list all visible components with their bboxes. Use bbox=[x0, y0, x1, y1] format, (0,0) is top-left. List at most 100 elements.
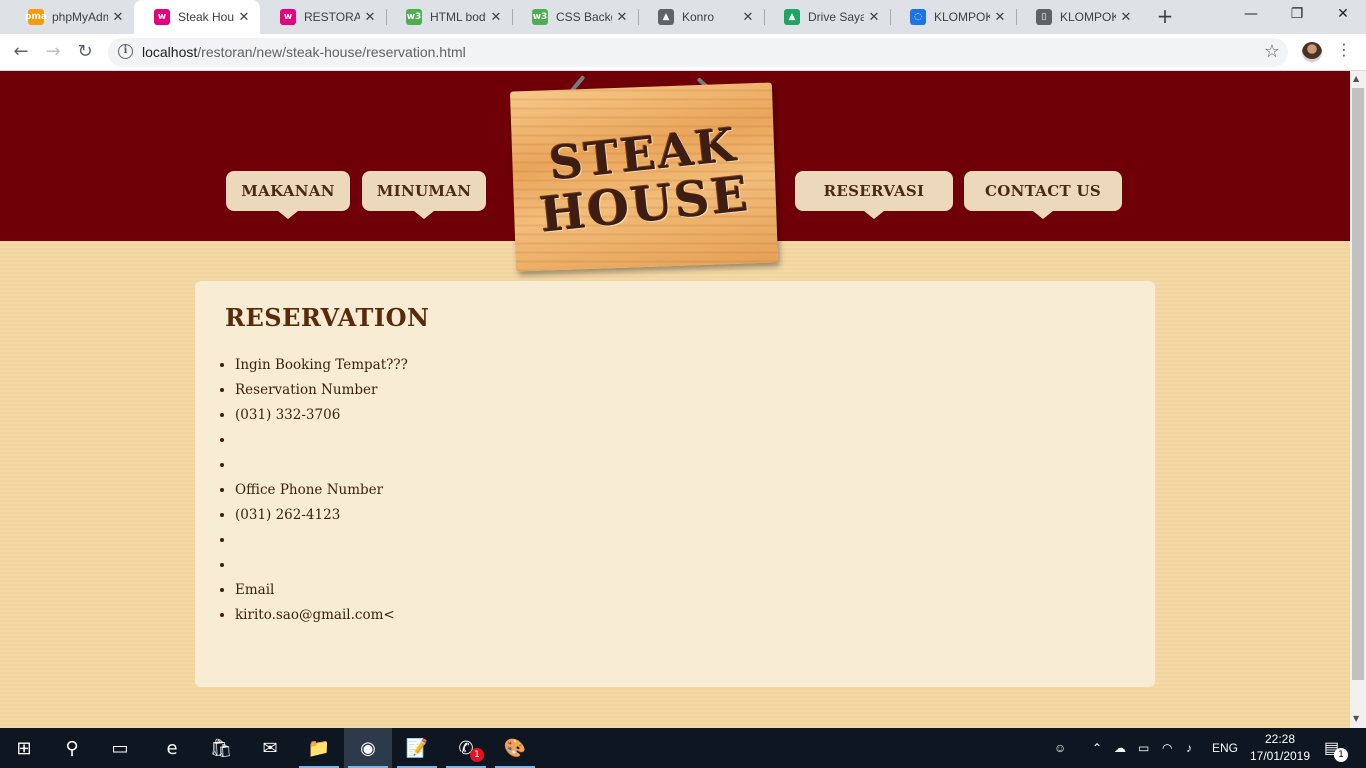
page-scrollbar[interactable]: ▲ ▼ bbox=[1350, 71, 1366, 728]
nav-contact-us[interactable]: CONTACT US bbox=[964, 171, 1122, 219]
task-view-button[interactable]: ▭ bbox=[96, 728, 144, 768]
minimize-button[interactable]: — bbox=[1228, 0, 1274, 30]
wamp-icon: w bbox=[280, 9, 296, 25]
reload-button[interactable]: ↻ bbox=[72, 40, 98, 66]
close-window-button[interactable]: ✕ bbox=[1320, 0, 1366, 30]
browser-tab[interactable]: w3 HTML body ✕ bbox=[386, 0, 512, 34]
konro-icon: ▲ bbox=[658, 9, 674, 25]
search-button[interactable]: ⚲ bbox=[48, 728, 96, 768]
url-path: /restoran/new/steak-house/reservation.ht… bbox=[197, 44, 466, 60]
tab-title: RESTORAN bbox=[304, 10, 360, 24]
notification-count-badge: 1 bbox=[1334, 748, 1348, 762]
whatsapp-icon[interactable]: ✆ bbox=[442, 728, 490, 768]
browser-tab[interactable]: w3 CSS Backgr ✕ bbox=[512, 0, 638, 34]
list-item: kirito.sao@gmail.com< bbox=[235, 605, 408, 630]
paint-icon[interactable]: 🎨 bbox=[491, 728, 539, 768]
browser-toolbar: ← → ↻ i localhost/restoran/new/steak-hou… bbox=[0, 34, 1366, 71]
nav-minuman[interactable]: MINUMAN bbox=[362, 171, 486, 219]
close-tab-icon[interactable]: ✕ bbox=[994, 10, 1006, 25]
browser-tab[interactable]: ▯ KLOMPOK ✕ bbox=[1016, 0, 1142, 34]
store-icon[interactable]: 🛍 bbox=[197, 728, 245, 768]
tab-title: CSS Backgr bbox=[556, 10, 612, 24]
tab-title: HTML body bbox=[430, 10, 486, 24]
tray-chevron-icon[interactable]: ⌃ bbox=[1092, 728, 1102, 768]
notepad-plus-icon[interactable]: 📝 bbox=[393, 728, 441, 768]
reservation-list: Ingin Booking Tempat???Reservation Numbe… bbox=[235, 355, 408, 630]
browser-tab[interactable]: w Steak House ✕ bbox=[134, 0, 260, 34]
list-item: Ingin Booking Tempat??? bbox=[235, 355, 408, 380]
tab-title: KLOMPOK bbox=[1060, 10, 1116, 24]
clock-date: 17/01/2019 bbox=[1249, 749, 1311, 763]
w3schools-icon: w3 bbox=[406, 9, 422, 25]
wamp-icon: w bbox=[154, 9, 170, 25]
page-title: RESERVATION bbox=[225, 303, 430, 332]
file-explorer-icon[interactable]: 📁 bbox=[295, 728, 343, 768]
close-tab-icon[interactable]: ✕ bbox=[490, 10, 502, 25]
list-item: (031) 262-4123 bbox=[235, 505, 408, 530]
document-icon: ▯ bbox=[1036, 9, 1052, 25]
list-item: Reservation Number bbox=[235, 380, 408, 405]
w3schools-icon: w3 bbox=[532, 9, 548, 25]
chrome-icon[interactable]: ◉ bbox=[344, 728, 392, 768]
phpmyadmin-icon: pma bbox=[25, 9, 47, 25]
list-item bbox=[235, 430, 408, 455]
restore-button[interactable]: ❐ bbox=[1274, 0, 1320, 30]
battery-icon[interactable]: ▭ bbox=[1138, 728, 1149, 768]
browser-tab[interactable]: pma phpMyAdmin ✕ bbox=[8, 0, 134, 34]
loading-icon: ◌ bbox=[910, 9, 926, 25]
browser-tab[interactable]: w RESTORAN ✕ bbox=[260, 0, 386, 34]
volume-icon[interactable]: ♪ bbox=[1186, 728, 1192, 768]
close-tab-icon[interactable]: ✕ bbox=[868, 10, 880, 25]
close-tab-icon[interactable]: ✕ bbox=[238, 10, 250, 25]
scrollbar-thumb[interactable] bbox=[1352, 88, 1364, 680]
scroll-down-arrow-icon[interactable]: ▼ bbox=[1353, 714, 1359, 723]
new-tab-button[interactable]: + bbox=[1153, 5, 1177, 29]
list-item: (031) 332-3706 bbox=[235, 405, 408, 430]
tab-title: Konro bbox=[682, 10, 715, 24]
whatsapp-badge: 1 bbox=[470, 748, 484, 762]
back-button[interactable]: ← bbox=[8, 40, 34, 66]
profile-avatar[interactable] bbox=[1302, 42, 1322, 62]
list-item bbox=[235, 555, 408, 580]
url-host: localhost bbox=[142, 44, 198, 60]
close-tab-icon[interactable]: ✕ bbox=[1120, 10, 1132, 25]
mail-icon[interactable]: ✉ bbox=[246, 728, 294, 768]
people-icon[interactable]: ☺ bbox=[1054, 728, 1066, 768]
wooden-sign-board: STEAK HOUSE bbox=[509, 82, 779, 272]
address-bar[interactable]: i localhost/restoran/new/steak-house/res… bbox=[108, 38, 1288, 67]
nav-makanan[interactable]: MAKANAN bbox=[226, 171, 350, 219]
clock[interactable]: 22:28 17/01/2019 bbox=[1248, 731, 1312, 765]
steak-house-logo[interactable]: STEAK HOUSE bbox=[505, 71, 785, 276]
browser-menu-icon[interactable]: ⋮ bbox=[1336, 40, 1352, 59]
tab-title: KLOMPOK bbox=[934, 10, 990, 24]
page-viewport: MAKANAN MINUMAN RESERVASI CONTACT US STE… bbox=[0, 71, 1350, 728]
wifi-icon[interactable]: ◠ bbox=[1162, 728, 1172, 768]
google-drive-icon: ▲ bbox=[784, 9, 800, 25]
clock-time: 22:28 bbox=[1264, 732, 1296, 746]
close-tab-icon[interactable]: ✕ bbox=[742, 10, 754, 25]
tab-title: Drive Saya bbox=[808, 10, 864, 24]
tab-title: phpMyAdmin bbox=[52, 10, 108, 24]
list-item bbox=[235, 530, 408, 555]
start-button[interactable]: ⊞ bbox=[0, 728, 48, 768]
site-info-icon[interactable]: i bbox=[118, 44, 133, 59]
browser-tab[interactable]: ▲ Konro ✕ bbox=[638, 0, 764, 34]
forward-button[interactable]: → bbox=[40, 40, 66, 66]
bookmark-star-icon[interactable]: ☆ bbox=[1264, 41, 1280, 62]
windows-taskbar: ⊞ ⚲ ▭ ☺ ⌃ ☁ ▭ ◠ ♪ ENG 22:28 17/01/2019 ▤… bbox=[0, 728, 1366, 768]
browser-tab[interactable]: ◌ KLOMPOK ✕ bbox=[890, 0, 1016, 34]
nav-reservasi[interactable]: RESERVASI bbox=[795, 171, 953, 219]
close-tab-icon[interactable]: ✕ bbox=[112, 10, 124, 25]
language-indicator[interactable]: ENG bbox=[1212, 728, 1238, 768]
close-tab-icon[interactable]: ✕ bbox=[364, 10, 376, 25]
list-item bbox=[235, 455, 408, 480]
tab-title: Steak House bbox=[178, 10, 234, 24]
list-item: Email bbox=[235, 580, 408, 605]
browser-tab[interactable]: ▲ Drive Saya ✕ bbox=[764, 0, 890, 34]
onedrive-icon[interactable]: ☁ bbox=[1114, 728, 1126, 768]
url-text[interactable]: localhost/restoran/new/steak-house/reser… bbox=[142, 44, 466, 60]
close-tab-icon[interactable]: ✕ bbox=[616, 10, 628, 25]
edge-icon[interactable]: e bbox=[148, 728, 196, 768]
reservation-panel: RESERVATION Ingin Booking Tempat???Reser… bbox=[195, 281, 1155, 687]
scroll-up-arrow-icon[interactable]: ▲ bbox=[1353, 74, 1359, 83]
